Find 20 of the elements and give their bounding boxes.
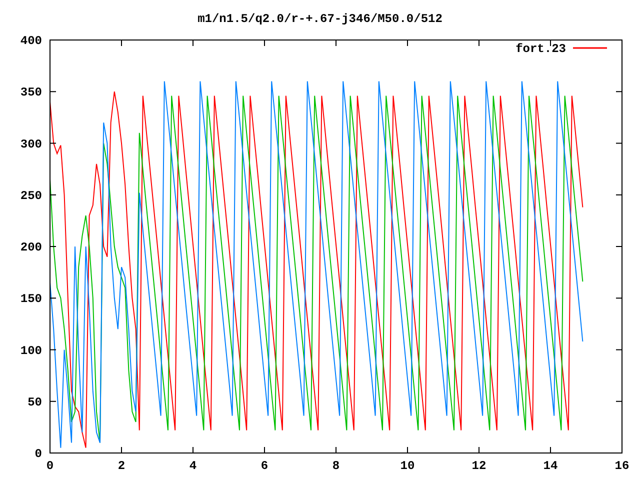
tick-label: 400: [20, 34, 42, 48]
tick-label: 8: [332, 459, 340, 473]
tick-label: 0: [34, 447, 42, 461]
tick-label: 6: [260, 459, 268, 473]
tick-label: 12: [472, 459, 486, 473]
legend-label: fort.23: [516, 42, 566, 56]
tick-label: 250: [20, 188, 42, 203]
tick-label: 16: [614, 459, 630, 473]
tick-label: 0: [46, 459, 54, 473]
tick-label: 300: [20, 137, 42, 152]
tick-label: 200: [20, 240, 42, 254]
tick-label: 10: [400, 459, 415, 473]
tick-label: 100: [20, 344, 42, 358]
tick-label: 50: [28, 395, 42, 410]
tick-label: 350: [20, 86, 42, 100]
tick-label: 14: [543, 459, 558, 473]
tick-label: 2: [118, 459, 126, 473]
chart-title: m1/n1.5/q2.0/r-+.67-j346/M50.0/512: [198, 12, 442, 26]
tick-label: 150: [20, 292, 42, 306]
tick-label: 4: [189, 459, 197, 473]
